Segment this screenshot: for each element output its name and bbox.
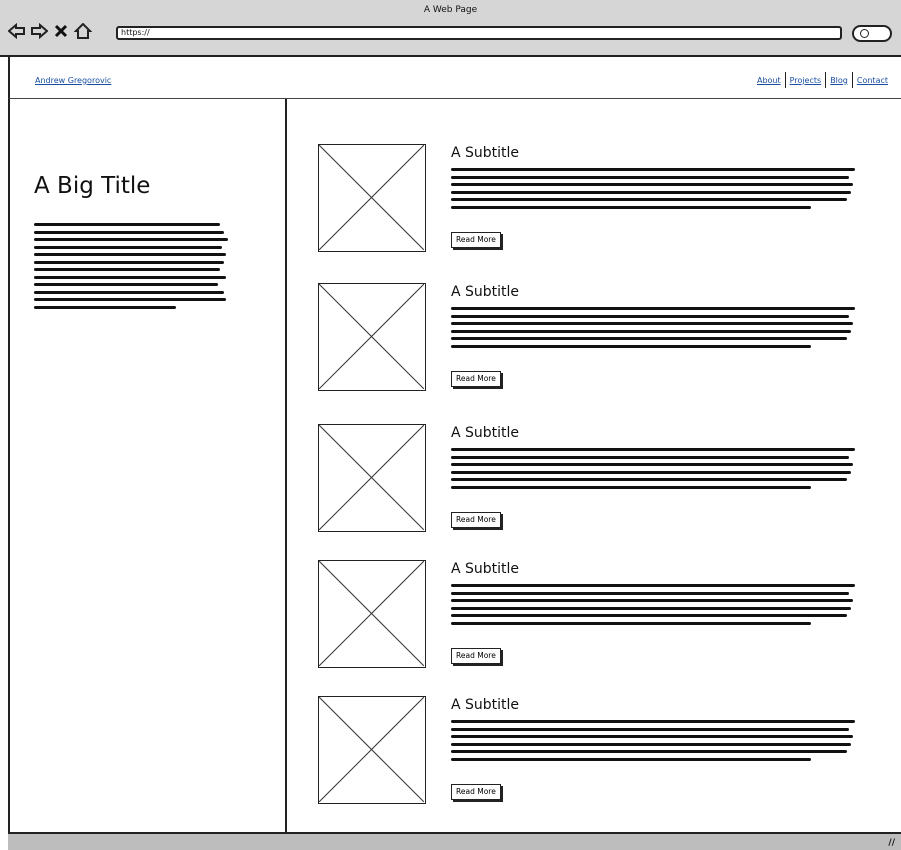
post-text-placeholder	[451, 168, 857, 213]
read-more-button[interactable]: Read More	[451, 371, 501, 387]
post-title: A Subtitle	[451, 561, 520, 577]
read-more-button[interactable]: Read More	[451, 512, 501, 528]
image-placeholder-icon	[318, 424, 426, 532]
text-line	[451, 742, 851, 746]
text-line	[451, 168, 855, 171]
text-line	[34, 283, 218, 286]
post-card: A Subtitle Read More	[318, 696, 888, 806]
text-line	[34, 268, 220, 271]
text-line	[34, 253, 226, 256]
text-line	[451, 478, 847, 481]
post-text-placeholder	[451, 584, 857, 629]
post-title: A Subtitle	[451, 425, 520, 441]
text-line	[451, 599, 853, 602]
text-line	[34, 305, 176, 309]
intro-text-placeholder	[34, 223, 228, 313]
image-placeholder-icon	[318, 560, 426, 668]
text-line	[451, 322, 853, 325]
browser-chrome: A Web Page https://	[0, 0, 901, 57]
post-title: A Subtitle	[451, 145, 520, 161]
post-text-placeholder	[451, 448, 857, 493]
back-arrow-icon[interactable]	[8, 22, 26, 40]
search-icon	[860, 29, 869, 38]
browser-nav-buttons	[8, 22, 92, 40]
url-text: https://	[121, 28, 150, 37]
text-line	[451, 727, 849, 731]
text-line	[451, 314, 849, 318]
nav-link-projects[interactable]: Projects	[786, 76, 826, 85]
nav-link-about[interactable]: About	[753, 76, 785, 85]
nav-link-contact[interactable]: Contact	[853, 76, 892, 85]
text-line	[451, 614, 847, 617]
text-line	[451, 485, 811, 489]
text-line	[451, 175, 849, 179]
post-text-placeholder	[451, 720, 857, 765]
search-button[interactable]	[852, 25, 892, 42]
text-line	[34, 298, 226, 301]
text-line	[451, 621, 811, 625]
text-line	[451, 337, 847, 340]
text-line	[451, 720, 855, 723]
text-line	[451, 205, 811, 209]
post-card: A Subtitle Read More	[318, 144, 888, 254]
text-line	[451, 735, 853, 738]
text-line	[34, 260, 224, 264]
text-line	[34, 290, 224, 294]
post-title: A Subtitle	[451, 284, 520, 300]
text-line	[451, 448, 855, 451]
text-line	[34, 275, 226, 279]
brand-link[interactable]: Andrew Gregorovic	[35, 76, 111, 85]
post-card: A Subtitle Read More	[318, 560, 888, 670]
post-card: A Subtitle Read More	[318, 283, 888, 393]
text-line	[451, 183, 853, 186]
text-line	[451, 307, 855, 310]
text-line	[451, 329, 851, 333]
status-bar: //	[8, 832, 901, 850]
text-line	[451, 757, 811, 761]
text-line	[451, 455, 849, 459]
window-title: A Web Page	[423, 5, 478, 15]
text-line	[451, 591, 849, 595]
read-more-button[interactable]: Read More	[451, 232, 501, 248]
close-x-icon[interactable]	[52, 22, 70, 40]
text-line	[451, 344, 811, 348]
text-line	[451, 470, 851, 474]
text-line	[451, 463, 853, 466]
nav-link-blog[interactable]: Blog	[826, 76, 852, 85]
text-line	[34, 245, 222, 249]
post-title: A Subtitle	[451, 697, 520, 713]
text-line	[451, 584, 855, 587]
resize-grip-icon[interactable]: //	[888, 838, 895, 848]
image-placeholder-icon	[318, 283, 426, 391]
image-placeholder-icon	[318, 144, 426, 252]
posts-column: A Subtitle Read More A Subtitle Read Mor…	[287, 99, 901, 832]
post-card: A Subtitle Read More	[318, 424, 888, 534]
read-more-button[interactable]: Read More	[451, 648, 501, 664]
text-line	[34, 223, 220, 226]
post-text-placeholder	[451, 307, 857, 352]
text-line	[34, 238, 228, 241]
page-title: A Big Title	[34, 173, 151, 199]
read-more-button[interactable]: Read More	[451, 784, 501, 800]
home-icon[interactable]	[74, 22, 92, 40]
top-nav: About Projects Blog Contact	[753, 72, 892, 88]
site-header: Andrew Gregorovic About Projects Blog Co…	[8, 57, 901, 99]
image-placeholder-icon	[318, 696, 426, 804]
text-line	[451, 606, 851, 610]
text-line	[34, 230, 224, 234]
url-bar[interactable]: https://	[116, 26, 842, 40]
text-line	[451, 750, 847, 753]
text-line	[451, 190, 851, 194]
forward-arrow-icon[interactable]	[30, 22, 48, 40]
text-line	[451, 198, 847, 201]
left-column: A Big Title	[8, 99, 287, 832]
